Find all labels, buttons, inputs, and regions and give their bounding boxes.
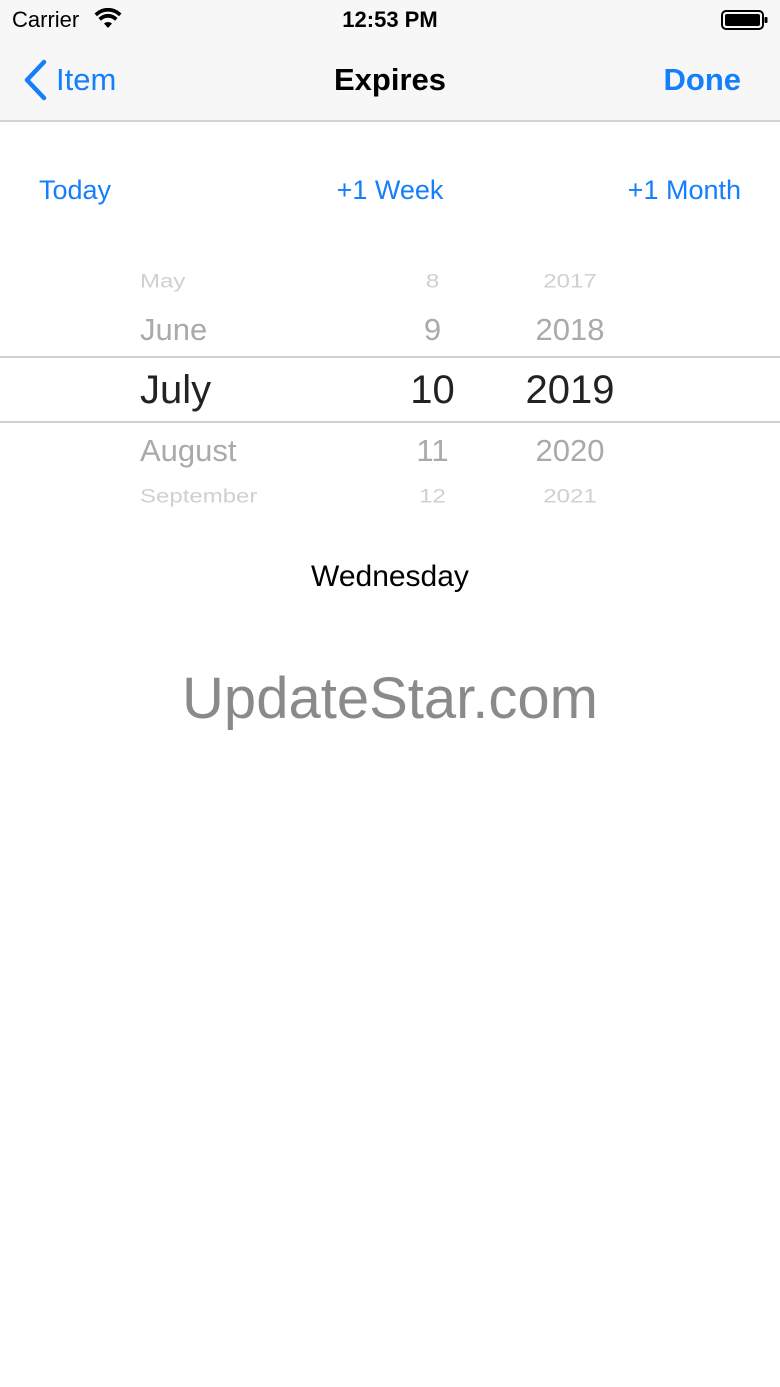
- day-option[interactable]: 8: [395, 271, 470, 293]
- day-option[interactable]: 9: [395, 312, 470, 348]
- day-option[interactable]: 12: [395, 486, 470, 508]
- year-option[interactable]: 2021: [515, 486, 625, 508]
- month-option[interactable]: September: [140, 486, 257, 508]
- day-wheel[interactable]: 8 9 10 11 12: [395, 255, 470, 520]
- weekday-label: Wednesday: [311, 560, 469, 593]
- battery-icon: [721, 10, 768, 30]
- year-option-selected[interactable]: 2019: [515, 368, 625, 413]
- day-option-selected[interactable]: 10: [395, 368, 470, 413]
- plus-one-month-button[interactable]: +1 Month: [628, 175, 741, 206]
- year-option[interactable]: 2020: [515, 433, 625, 469]
- day-option[interactable]: 11: [395, 433, 470, 469]
- navigation-bar: Item Expires Done: [0, 40, 780, 122]
- year-option[interactable]: 2017: [515, 271, 625, 293]
- status-time: 12:53 PM: [342, 7, 438, 32]
- date-picker[interactable]: May June July August September 8 9 10 11…: [0, 255, 780, 520]
- month-wheel[interactable]: May June July August September: [140, 255, 360, 520]
- year-wheel[interactable]: 2017 2018 2019 2020 2021: [515, 255, 625, 520]
- month-option[interactable]: May: [140, 271, 185, 293]
- year-option[interactable]: 2018: [515, 312, 625, 348]
- status-bar: Carrier 12:53 PM: [0, 0, 780, 40]
- month-option-selected[interactable]: July: [140, 368, 211, 413]
- month-option[interactable]: August: [140, 433, 237, 469]
- done-button[interactable]: Done: [664, 62, 742, 98]
- selection-indicator-top: [0, 356, 780, 358]
- month-option[interactable]: June: [140, 312, 207, 348]
- selection-indicator-bottom: [0, 421, 780, 423]
- watermark: UpdateStar.com: [182, 666, 598, 731]
